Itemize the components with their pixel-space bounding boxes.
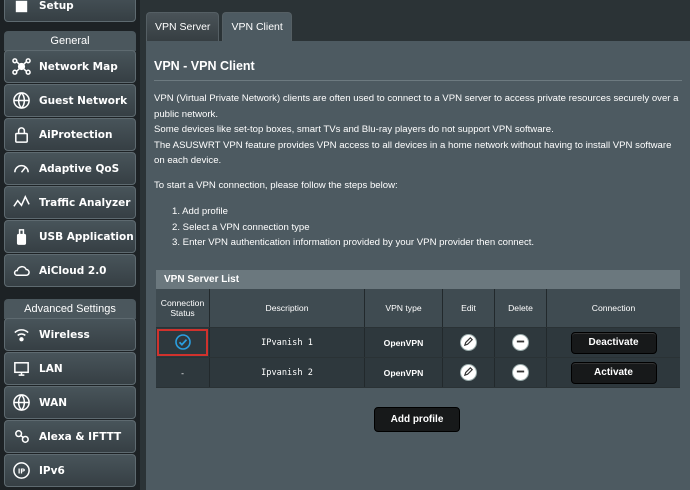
sidebar-item-label: Alexa & IFTTT <box>39 430 122 443</box>
row-vpn-type: OpenVPN <box>365 358 443 387</box>
table-row: IPvanish 1 OpenVPN Deactivate <box>156 328 680 358</box>
setup-icon <box>11 0 31 16</box>
step-item: 2. Select a VPN connection type <box>172 221 310 233</box>
sidebar-item-label: Traffic Analyzer <box>39 196 131 209</box>
header-edit: Edit <box>443 289 495 327</box>
add-profile-button[interactable]: Add profile <box>374 407 460 432</box>
description-line: VPN (Virtual Private Network) clients ar… <box>154 93 679 120</box>
sidebar-item-lan[interactable]: LAN <box>4 352 136 385</box>
table-row: - Ipvanish 2 OpenVPN Activate <box>156 358 680 388</box>
sidebar-item-label: WAN <box>39 396 68 409</box>
header-description: Description <box>210 289 365 327</box>
wireless-icon <box>11 325 31 345</box>
description-line: Some devices like set-top boxes, smart T… <box>154 124 554 136</box>
sidebar-item-traffic-analyzer[interactable]: Traffic Analyzer <box>4 186 136 219</box>
row-description: Ipvanish 2 <box>210 358 365 387</box>
sidebar-item-label: AiCloud 2.0 <box>39 264 107 277</box>
sidebar-item-network-map[interactable]: Network Map <box>4 50 136 83</box>
step-item: 1. Add profile <box>172 206 229 217</box>
ipv6-icon: IP <box>11 461 31 481</box>
tab-bar: VPN Server VPN Client <box>146 12 295 41</box>
sidebar-item-label: LAN <box>39 362 63 375</box>
sidebar-item-guest-network[interactable]: Guest Network <box>4 84 136 117</box>
sidebar-item-label: IPv6 <box>39 464 65 477</box>
alexa-icon <box>11 427 31 447</box>
sidebar-item-setup[interactable]: Setup <box>4 0 136 22</box>
pencil-icon <box>463 366 474 379</box>
sidebar-item-label: Network Map <box>39 60 118 73</box>
header-vpn-type: VPN type <box>365 289 443 327</box>
description-line: The ASUSWRT VPN feature provides VPN acc… <box>154 139 672 167</box>
sidebar-item-label: Wireless <box>39 328 90 341</box>
edit-button[interactable] <box>460 364 477 381</box>
lan-icon <box>11 359 31 379</box>
sidebar: Setup General Network Map Guest Network … <box>0 0 140 490</box>
activate-button[interactable]: Activate <box>570 361 657 384</box>
globe-icon <box>11 393 31 413</box>
table-title: VPN Server List <box>156 270 680 289</box>
steps-intro: To start a VPN connection, please follow… <box>154 180 398 191</box>
connected-check-icon <box>174 333 191 352</box>
pencil-icon <box>463 336 474 349</box>
page-title: VPN - VPN Client <box>154 59 255 73</box>
header-delete: Delete <box>495 289 547 327</box>
section-header-advanced: Advanced Settings <box>4 299 136 319</box>
step-item: 3. Enter VPN authentication information … <box>172 237 535 248</box>
vpn-client-panel: VPN - VPN Client VPN (Virtual Private Ne… <box>146 41 690 490</box>
delete-button[interactable] <box>512 334 529 351</box>
row-vpn-type: OpenVPN <box>365 328 443 357</box>
cloud-icon <box>11 261 31 281</box>
sidebar-item-label: AiProtection <box>39 128 113 141</box>
sidebar-item-label: Adaptive QoS <box>39 162 120 175</box>
edit-cell <box>443 358 495 387</box>
svg-text:IP: IP <box>17 467 24 475</box>
delete-cell <box>495 328 547 357</box>
description: VPN (Virtual Private Network) clients ar… <box>154 91 684 169</box>
header-connection: Connection <box>591 303 636 313</box>
sidebar-item-label: Guest Network <box>39 94 128 107</box>
sidebar-item-label: USB Application <box>39 230 134 243</box>
main-content: VPN Server VPN Client VPN - VPN Client V… <box>140 0 690 490</box>
qos-gauge-icon <box>11 159 31 179</box>
traffic-analyzer-icon <box>11 193 31 213</box>
sidebar-item-aiprotection[interactable]: AiProtection <box>4 118 136 151</box>
sidebar-item-ipv6[interactable]: IP IPv6 <box>4 454 136 487</box>
edit-cell <box>443 328 495 357</box>
guest-network-icon <box>11 91 31 111</box>
tab-vpn-server[interactable]: VPN Server <box>146 12 220 41</box>
sidebar-item-aicloud[interactable]: AiCloud 2.0 <box>4 254 136 287</box>
sidebar-item-usb-application[interactable]: USB Application <box>4 220 136 253</box>
steps-list: 1. Add profile 2. Select a VPN connectio… <box>172 204 534 251</box>
minus-icon <box>515 366 526 379</box>
sidebar-item-wireless[interactable]: Wireless <box>4 318 136 351</box>
aiprotection-lock-icon <box>11 125 31 145</box>
sidebar-item-alexa-ifttt[interactable]: Alexa & IFTTT <box>4 420 136 453</box>
deactivate-button[interactable]: Deactivate <box>570 331 657 354</box>
sidebar-item-wan[interactable]: WAN <box>4 386 136 419</box>
row-description: IPvanish 1 <box>210 328 365 357</box>
tab-vpn-client[interactable]: VPN Client <box>222 12 292 41</box>
edit-button[interactable] <box>460 334 477 351</box>
usb-icon <box>11 227 31 247</box>
title-divider <box>154 80 682 81</box>
minus-icon <box>515 336 526 349</box>
vpn-server-list-table: VPN Server List Connection Status Descri… <box>156 270 680 388</box>
header-connection-status: Connection Status <box>156 289 210 327</box>
sidebar-item-adaptive-qos[interactable]: Adaptive QoS <box>4 152 136 185</box>
table-header-row: Connection Status Description VPN type E… <box>156 289 680 328</box>
connection-status-cell: - <box>156 358 210 387</box>
section-header-general: General <box>4 31 136 51</box>
delete-cell <box>495 358 547 387</box>
delete-button[interactable] <box>512 364 529 381</box>
connection-cell: Activate <box>547 358 680 387</box>
sidebar-item-label: Setup <box>39 0 74 12</box>
connection-status-cell <box>156 328 210 357</box>
connection-cell: Deactivate <box>547 328 680 357</box>
network-map-icon <box>11 57 31 77</box>
